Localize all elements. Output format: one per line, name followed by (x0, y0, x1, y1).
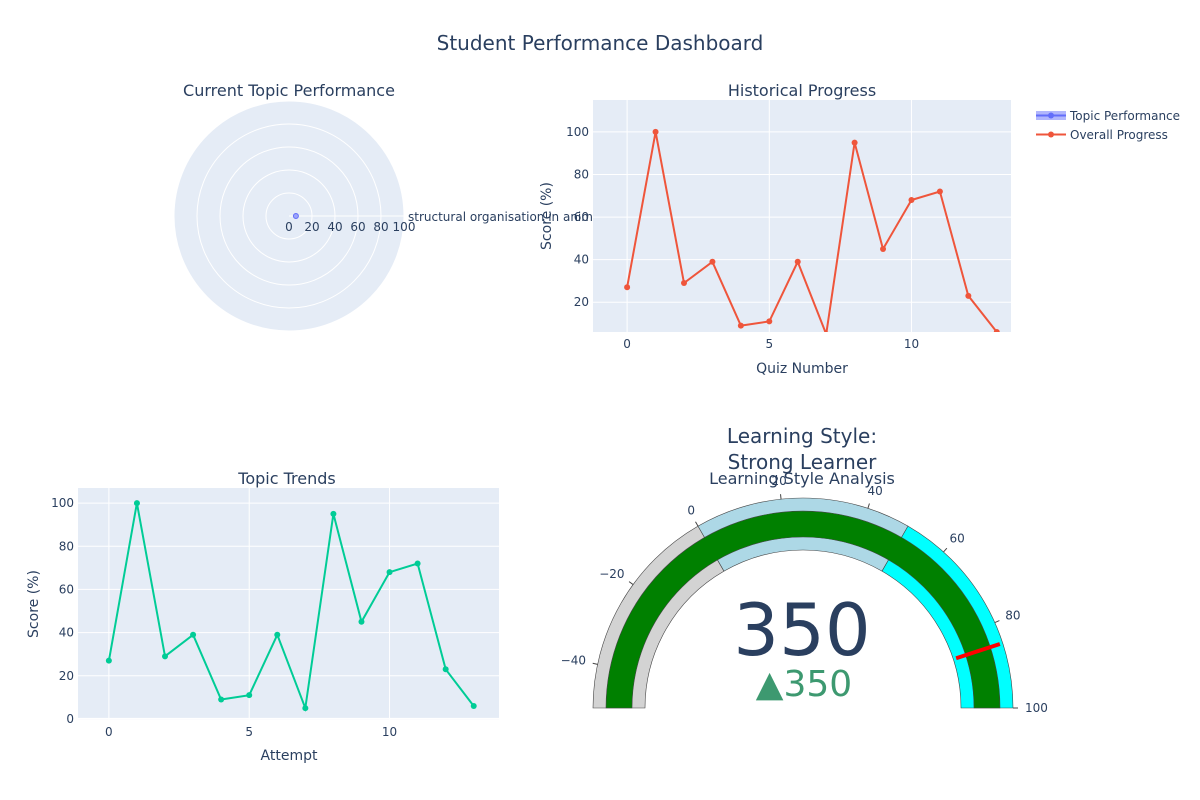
trends-title: Topic Trends (237, 469, 335, 488)
history-ytick-label: 40 (574, 253, 589, 267)
legend-topic-label: Topic Performance (1069, 109, 1180, 123)
trends-ytick-label: 100 (51, 496, 74, 510)
trends-chart: Topic Trends 0 5 10020406080100 Attempt Sc… (26, 469, 499, 764)
radar-tick-label: 80 (373, 220, 388, 234)
gauge-tick-mark (994, 620, 1000, 624)
history-ylabel: Score (%) (539, 182, 555, 250)
radar-tick-label: 0 (285, 220, 293, 234)
trends-ytick-label: 60 (59, 582, 74, 596)
history-point (766, 318, 773, 325)
trends-point (133, 500, 140, 507)
trends-point (414, 560, 421, 567)
history-point (993, 329, 1000, 332)
gauge-tick-label: −40 (561, 654, 586, 668)
trends-xtick-label: 10 (382, 725, 397, 739)
history-ytick-label: 100 (566, 125, 589, 139)
radar-point (292, 213, 299, 219)
trends-point (470, 702, 477, 709)
history-ytick-label: 20 (574, 295, 589, 309)
trends-ytick-label: 0 (66, 712, 74, 726)
radar-title: Current Topic Performance (183, 81, 395, 100)
trends-point (442, 666, 449, 673)
gauge-tick-mark (592, 662, 598, 665)
history-point (652, 128, 659, 135)
trends-xtick-label: 5 (245, 725, 253, 739)
gauge-tick-label: 0 (687, 504, 695, 518)
legend[interactable]: Topic Performance Overall Progress (1036, 109, 1180, 142)
gauge-tick-label: 100 (1025, 701, 1048, 715)
history-ytick-label: 60 (574, 210, 589, 224)
history-point (851, 139, 858, 146)
dashboard-canvas: Student Performance Dashboard Current To… (26, 31, 1180, 764)
history-point (965, 292, 972, 299)
history-xlabel: Quiz Number (756, 361, 848, 377)
history-point (880, 245, 887, 252)
radar-tick-label: 60 (350, 220, 365, 234)
history-point (709, 258, 716, 265)
history-point (794, 258, 801, 265)
trends-ytick-label: 80 (59, 539, 74, 553)
history-point (737, 322, 744, 329)
radar-tick-labels: 0 20 40 60 80 100 (285, 220, 415, 234)
trends-point (274, 631, 281, 638)
trends-point (330, 510, 337, 517)
gauge-tick-label: 60 (950, 532, 965, 546)
radar-grid (173, 100, 405, 332)
gauge-tick-mark (943, 547, 948, 553)
trends-point (190, 631, 197, 638)
gauge-value: 350 (733, 588, 870, 672)
trends-ylabel: Score (%) (26, 570, 42, 638)
legend-topic-marker (1048, 112, 1054, 119)
history-xtick-label: 5 (765, 337, 773, 351)
trends-point (162, 653, 169, 660)
legend-overall-label: Overall Progress (1070, 128, 1168, 142)
history-point (680, 280, 687, 287)
trends-xlabel: Attempt (261, 748, 318, 764)
radar-tick-label: 20 (304, 220, 319, 234)
dashboard-title: Student Performance Dashboard (437, 31, 764, 55)
legend-item-overall-progress[interactable]: Overall Progress (1036, 128, 1168, 142)
legend-item-topic-performance[interactable]: Topic Performance (1036, 109, 1180, 123)
trends-point (246, 692, 253, 699)
radar-series (292, 213, 299, 219)
gauge-tick-mark (628, 581, 634, 585)
gauge-chart: −40−20020406080100 Learning Style: Stron… (561, 424, 1048, 715)
gauge-tick-label: −20 (599, 567, 624, 581)
trends-point (218, 696, 225, 703)
gauge-subplot-title: Learning Style Analysis (709, 469, 895, 488)
history-title: Historical Progress (728, 81, 876, 100)
history-point (824, 331, 829, 332)
gauge-indicator-title-line1: Learning Style: (727, 424, 877, 448)
gauge-tick-mark (867, 503, 870, 509)
gauge-tick-label: 80 (1005, 608, 1020, 622)
trends-point (386, 569, 393, 576)
history-point (908, 197, 915, 204)
gauge-tick-mark (695, 521, 699, 527)
history-point (936, 188, 943, 195)
legend-overall-marker (1048, 131, 1054, 138)
trends-point (358, 618, 365, 625)
history-ytick-label: 80 (574, 167, 589, 181)
history-xtick-label: 0 (623, 337, 631, 351)
gauge-tick-mark (780, 494, 782, 500)
history-chart: Historical Progress 0 5 10 20 40 60 80 100 Quiz… (539, 81, 1011, 377)
radar-tick-label: 40 (327, 220, 342, 234)
trends-ytick-label: 40 (59, 626, 74, 640)
history-xtick-label: 10 (904, 337, 919, 351)
history-point (624, 284, 631, 291)
trends-xtick-label: 0 (105, 725, 113, 739)
gauge-delta: ▲350 (756, 664, 852, 705)
trends-point (105, 657, 112, 664)
trends-point (302, 705, 309, 712)
trends-ytick-label: 20 (59, 669, 74, 683)
